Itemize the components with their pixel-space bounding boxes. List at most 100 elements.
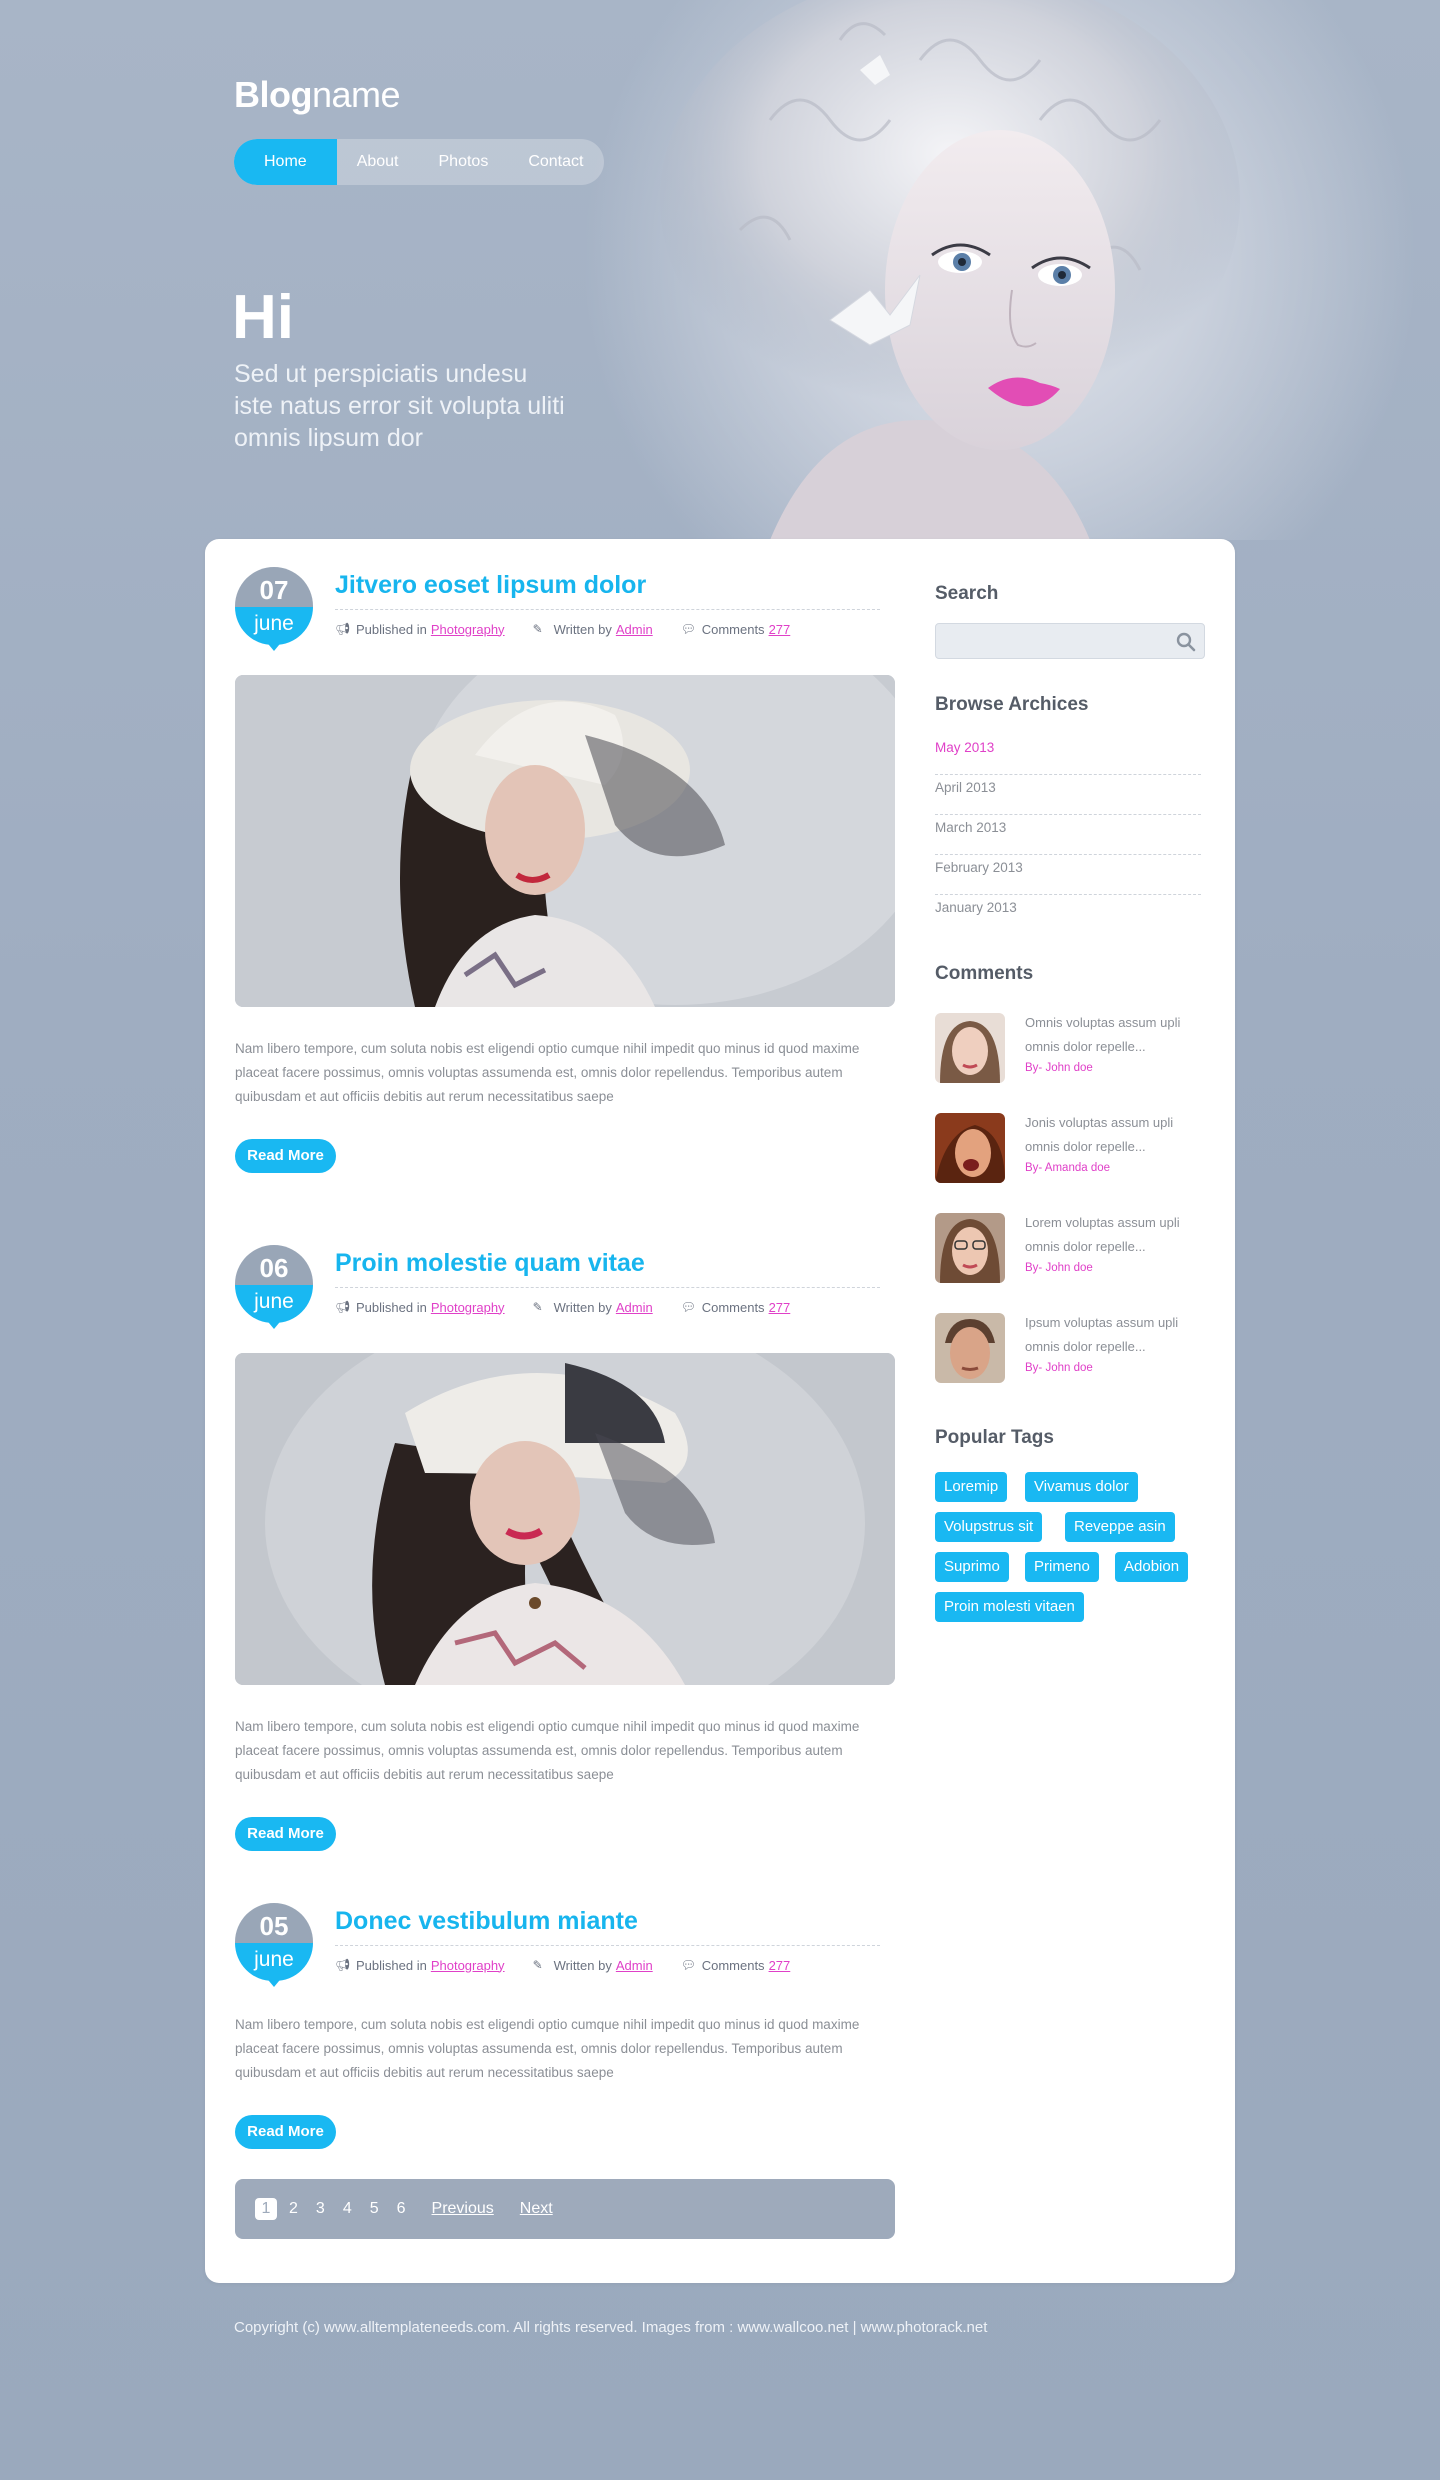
comment-text: Ipsum voluptas assum upli omnis dolor rep…: [1025, 1315, 1179, 1354]
search-input[interactable]: [936, 624, 1166, 658]
comments-label: Comments: [701, 1957, 765, 1973]
tag-link[interactable]: Reveppe asin: [1065, 1512, 1175, 1542]
archive-link[interactable]: February 2013: [935, 855, 1201, 895]
logo[interactable]: Blogname: [234, 74, 401, 116]
comment-item[interactable]: Jonis voluptas assum upli omnis dolor rep…: [935, 1113, 1207, 1189]
tag-link[interactable]: Adobion: [1115, 1552, 1189, 1582]
next-link[interactable]: Next: [520, 2200, 553, 2218]
read-more-button[interactable]: Read More: [235, 2115, 336, 2149]
avatar: [935, 1113, 1005, 1183]
comment-author: By- John doe: [1025, 1362, 1093, 1374]
search-box: [935, 623, 1205, 659]
published-label: Published in: [356, 1957, 427, 1973]
post-meta: 📢︎ Published in Photography ✎ Written by Adm…: [335, 1955, 818, 1975]
badge-pointer: [264, 639, 284, 651]
category-link[interactable]: Photography: [431, 622, 505, 637]
read-more-button[interactable]: Read More: [235, 1817, 336, 1851]
comment-item[interactable]: Ipsum voluptas assum upli omnis dolor rep…: [935, 1313, 1207, 1389]
archive-link[interactable]: April 2013: [935, 775, 1201, 815]
nav-item-contact[interactable]: Contact: [508, 139, 603, 185]
hero-line: Sed ut perspiciatis undesu: [234, 360, 528, 388]
date-day: 05: [235, 1903, 313, 1943]
badge-pointer: [264, 1317, 284, 1329]
page-link[interactable]: 6: [397, 2200, 406, 2218]
divider: [335, 1945, 880, 1946]
category-link[interactable]: Photography: [431, 1300, 505, 1315]
date-day: 07: [235, 567, 313, 607]
megaphone-icon: 📢︎: [335, 1958, 351, 1972]
comment-text: Lorem voluptas assum upli omnis dolor rep…: [1025, 1215, 1180, 1254]
date-badge: 05 june: [235, 1903, 313, 1987]
post-excerpt: Nam libero tempore, cum soluta nobis est…: [235, 1719, 860, 1782]
date-day: 06: [235, 1245, 313, 1285]
tag-link[interactable]: Loremip: [935, 1472, 1008, 1502]
comment-author: By- John doe: [1025, 1262, 1093, 1274]
page-link[interactable]: 4: [343, 2200, 352, 2218]
author-link[interactable]: Admin: [616, 1300, 653, 1315]
post-image[interactable]: [235, 1353, 895, 1685]
previous-link[interactable]: Previous: [432, 2200, 494, 2218]
comments-heading: Comments: [935, 963, 1034, 984]
comments-count-link[interactable]: 277: [769, 1958, 791, 1973]
post-excerpt: Nam libero tempore, cum soluta nobis est…: [235, 1041, 860, 1104]
post-title[interactable]: Jitvero eoset lipsum dolor: [335, 571, 646, 600]
tags-heading: Popular Tags: [935, 1427, 1054, 1448]
comments-count-link[interactable]: 277: [769, 1300, 791, 1315]
divider: [335, 609, 880, 610]
post-title[interactable]: Donec vestibulum miante: [335, 1907, 638, 1936]
footer-copyright: Copyright (c) www.alltemplateneeds.com. …: [234, 2319, 988, 2336]
page-link[interactable]: 5: [370, 2200, 379, 2218]
comment-item[interactable]: Lorem voluptas assum upli omnis dolor rep…: [935, 1213, 1207, 1289]
archive-link[interactable]: March 2013: [935, 815, 1201, 855]
author-link[interactable]: Admin: [616, 1958, 653, 1973]
blog-post: 07 june Jitvero eoset lipsum dolor 📢︎ Pub…: [235, 567, 895, 1207]
comments-icon: 💬︎: [680, 1958, 696, 1972]
edit-icon: ✎: [532, 1958, 543, 1972]
tag-link[interactable]: Proin molesti vitaen: [935, 1592, 1084, 1622]
badge-pointer: [264, 1975, 284, 1987]
page-link[interactable]: 2: [289, 2200, 298, 2218]
tag-link[interactable]: Suprimo: [935, 1552, 1009, 1582]
edit-icon: ✎: [532, 1300, 543, 1314]
nav-item-photos[interactable]: Photos: [419, 139, 509, 185]
content-card: 07 june Jitvero eoset lipsum dolor 📢︎ Pub…: [205, 539, 1235, 2283]
edit-icon: ✎: [532, 622, 543, 636]
tag-link[interactable]: Volupstrus sit: [935, 1512, 1043, 1542]
comments-count-link[interactable]: 277: [769, 622, 791, 637]
archive-link[interactable]: January 2013: [935, 895, 1201, 935]
main-nav: Home About Photos Contact: [234, 139, 604, 185]
hero-portrait-image: [660, 0, 1240, 540]
category-link[interactable]: Photography: [431, 1958, 505, 1973]
post-meta: 📢︎ Published in Photography ✎ Written by Adm…: [335, 619, 818, 639]
date-badge: 06 june: [235, 1245, 313, 1329]
archives-heading: Browse Archices: [935, 694, 1089, 715]
tag-link[interactable]: Primeno: [1025, 1552, 1099, 1582]
nav-item-home[interactable]: Home: [234, 139, 337, 185]
page-link-current[interactable]: 1: [255, 2198, 277, 2220]
written-label: Written by: [553, 621, 612, 637]
megaphone-icon: 📢︎: [335, 1300, 351, 1314]
comment-text: Omnis voluptas assum upli omnis dolor rep…: [1025, 1015, 1181, 1054]
comment-author: By- Amanda doe: [1025, 1162, 1111, 1174]
comment-item[interactable]: Omnis voluptas assum upli omnis dolor rep…: [935, 1013, 1207, 1089]
read-more-button[interactable]: Read More: [235, 1139, 336, 1173]
archive-link[interactable]: May 2013: [935, 735, 1201, 775]
author-link[interactable]: Admin: [616, 622, 653, 637]
post-image[interactable]: [235, 675, 895, 1007]
megaphone-icon: 📢︎: [335, 622, 351, 636]
tag-link[interactable]: Vivamus dolor: [1025, 1472, 1138, 1502]
hero-line: omnis lipsum dor: [234, 424, 423, 452]
search-icon[interactable]: [1176, 632, 1196, 652]
post-meta: 📢︎ Published in Photography ✎ Written by Adm…: [335, 1297, 818, 1317]
written-label: Written by: [553, 1957, 612, 1973]
blog-post: 06 june Proin molestie quam vitae 📢︎ Publ…: [235, 1245, 895, 1885]
page-link[interactable]: 3: [316, 2200, 325, 2218]
post-title[interactable]: Proin molestie quam vitae: [335, 1249, 645, 1278]
post-excerpt: Nam libero tempore, cum soluta nobis est…: [235, 2017, 860, 2080]
avatar: [935, 1313, 1005, 1383]
hero-title: Hi: [232, 283, 294, 352]
comment-text: Jonis voluptas assum upli omnis dolor rep…: [1025, 1115, 1174, 1154]
nav-item-about[interactable]: About: [337, 139, 419, 185]
blog-post: 05 june Donec vestibulum miante 📢︎ Publis…: [235, 1903, 895, 2163]
comments-label: Comments: [701, 621, 765, 637]
